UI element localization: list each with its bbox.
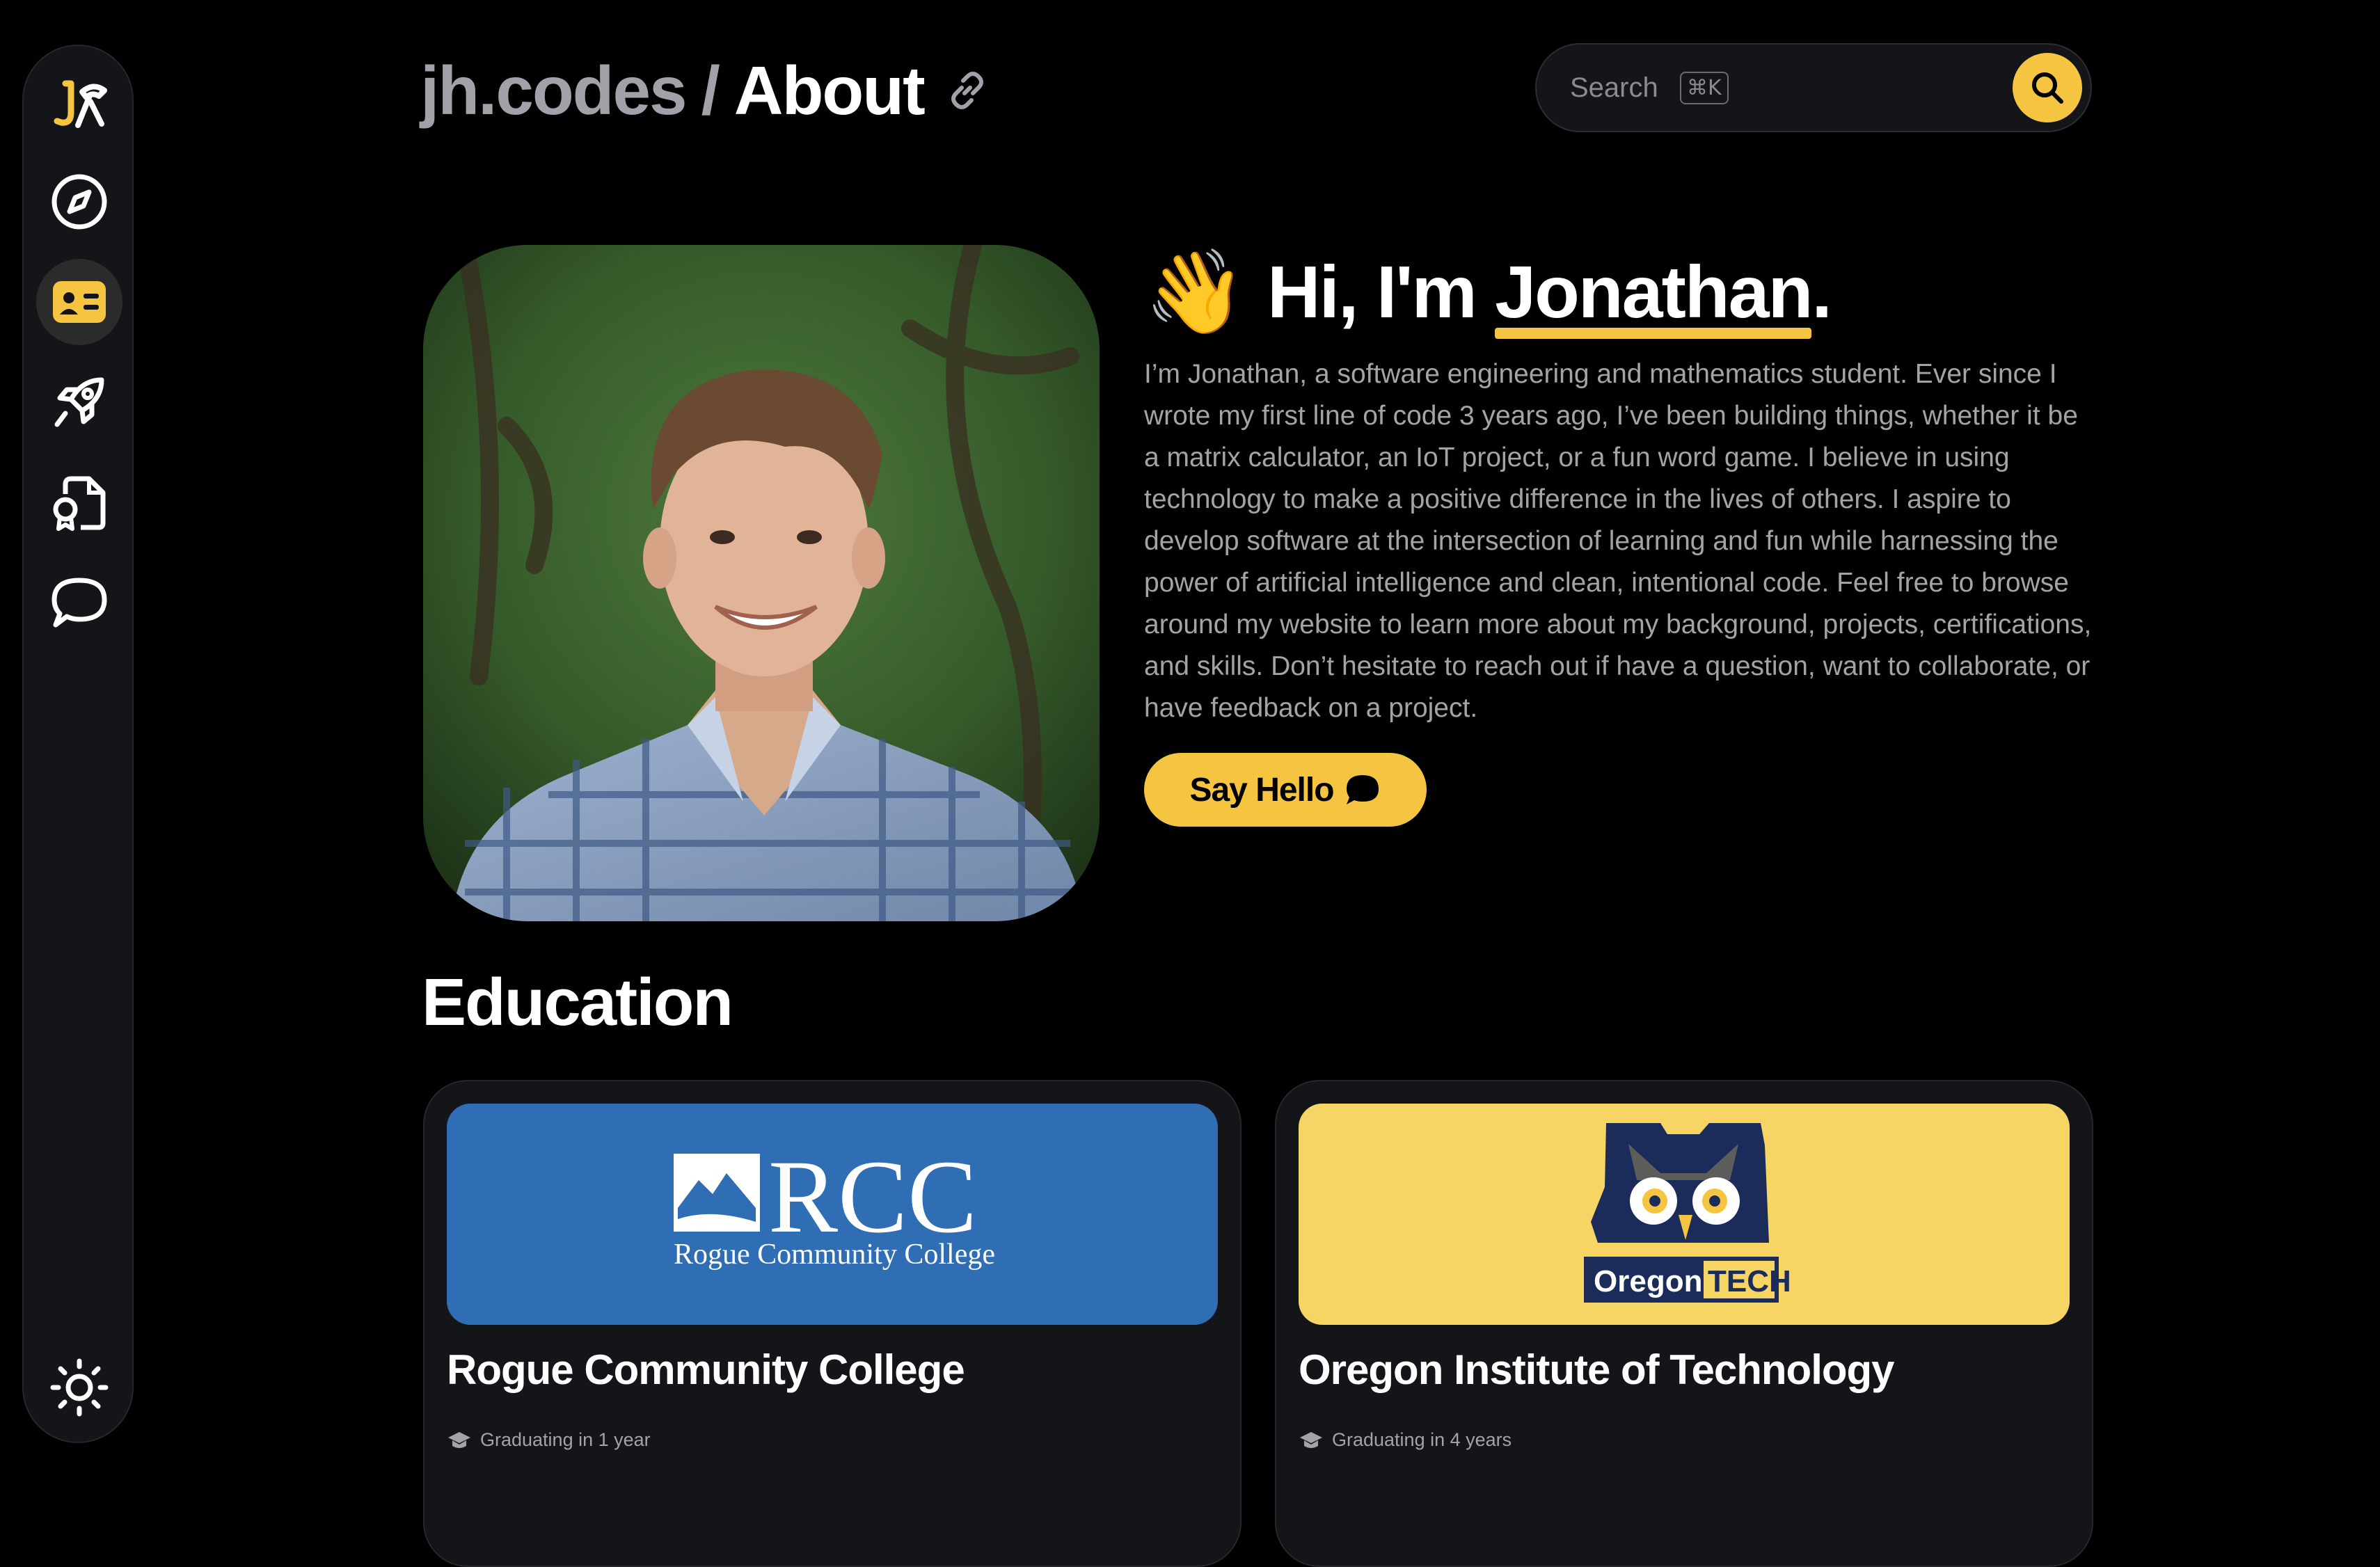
school-name: Rogue Community College (447, 1346, 965, 1393)
speech-bubble-icon (1346, 775, 1379, 804)
greeting-suffix: . (1811, 250, 1832, 333)
nav-about[interactable] (36, 259, 122, 345)
school-status: Graduating in 1 year (447, 1429, 651, 1451)
hero-heading: 👋 Hi, I'm Jonathan . (1144, 246, 1832, 339)
search-icon (2032, 72, 2063, 104)
nav-certifications[interactable] (36, 459, 122, 546)
search-bar: ⌘K (1535, 43, 2092, 132)
sun-icon (50, 1358, 109, 1417)
search-shortcut-badge: ⌘K (1680, 71, 1729, 104)
chat-bubble-icon (51, 578, 107, 628)
breadcrumb-site-link[interactable]: jh.codes (420, 51, 688, 130)
page-title: About (733, 51, 926, 129)
rocket-icon (54, 377, 104, 427)
link-icon[interactable] (945, 68, 990, 113)
jh-logo-icon (54, 80, 107, 128)
home-logo-link[interactable] (36, 60, 122, 146)
say-hello-button[interactable]: Say Hello (1144, 753, 1427, 827)
rcc-logo-text: RCC (768, 1139, 977, 1255)
rcc-logo-subtext: Rogue Community College (674, 1239, 995, 1271)
breadcrumb-separator: / (701, 51, 720, 129)
oregon-tech-logo-word1: Oregon (1594, 1264, 1702, 1298)
school-status: Graduating in 4 years (1299, 1429, 1512, 1451)
oregon-tech-logo-word2: TECH (1708, 1264, 1791, 1298)
compass-icon (51, 174, 107, 230)
certificate-file-icon (53, 476, 106, 531)
breadcrumb: jh.codes / About (420, 49, 990, 132)
oregon-tech-logo-banner: Oregon TECH (1299, 1104, 2070, 1325)
school-status-text: Graduating in 4 years (1332, 1429, 1512, 1450)
say-hello-label: Say Hello (1189, 771, 1334, 809)
graduation-cap-icon (448, 1431, 470, 1448)
bio-paragraph: I’m Jonathan, a software engineering and… (1144, 359, 2092, 723)
school-card-rcc[interactable]: RCC Rogue Community College Rogue Commun… (423, 1080, 1241, 1567)
education-heading: Education (422, 965, 733, 1040)
nav-explore[interactable] (36, 159, 122, 245)
search-button[interactable] (2013, 53, 2082, 122)
greeting-prefix: Hi, I'm (1267, 250, 1496, 333)
nav-projects[interactable] (36, 359, 122, 445)
nav-contact[interactable] (36, 559, 122, 646)
search-input[interactable] (1570, 72, 1674, 104)
rcc-logo-banner: RCC Rogue Community College (447, 1104, 1218, 1325)
highlighted-name: Jonathan (1495, 250, 1813, 339)
oregon-tech-logo: Oregon TECH (1584, 1123, 1791, 1303)
school-name: Oregon Institute of Technology (1299, 1346, 1895, 1393)
id-card-icon (53, 281, 106, 323)
profile-photo (423, 245, 1100, 921)
theme-toggle[interactable] (36, 1344, 122, 1431)
rcc-logo: RCC Rogue Community College (674, 1139, 995, 1271)
graduation-cap-icon (1300, 1431, 1322, 1448)
waving-hand-icon: 👋 (1144, 246, 1246, 338)
school-status-text: Graduating in 1 year (480, 1429, 651, 1450)
sidebar (22, 45, 134, 1443)
school-card-oregon-tech[interactable]: Oregon TECH Oregon Institute of Technolo… (1275, 1080, 2093, 1567)
